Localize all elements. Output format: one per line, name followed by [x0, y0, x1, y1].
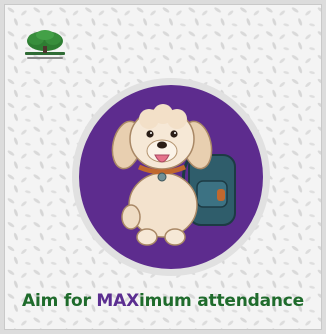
headline-emphasis: MAX	[96, 291, 139, 311]
attendance-poster: Aim for MAXimum attendance	[4, 4, 322, 330]
headline-prefix: Aim for	[22, 291, 97, 311]
headline-suffix: imum attendance	[139, 291, 304, 311]
mascot-medallion	[72, 78, 270, 276]
school-tree-logo	[25, 30, 65, 59]
headline: Aim for MAXimum attendance	[5, 291, 321, 311]
